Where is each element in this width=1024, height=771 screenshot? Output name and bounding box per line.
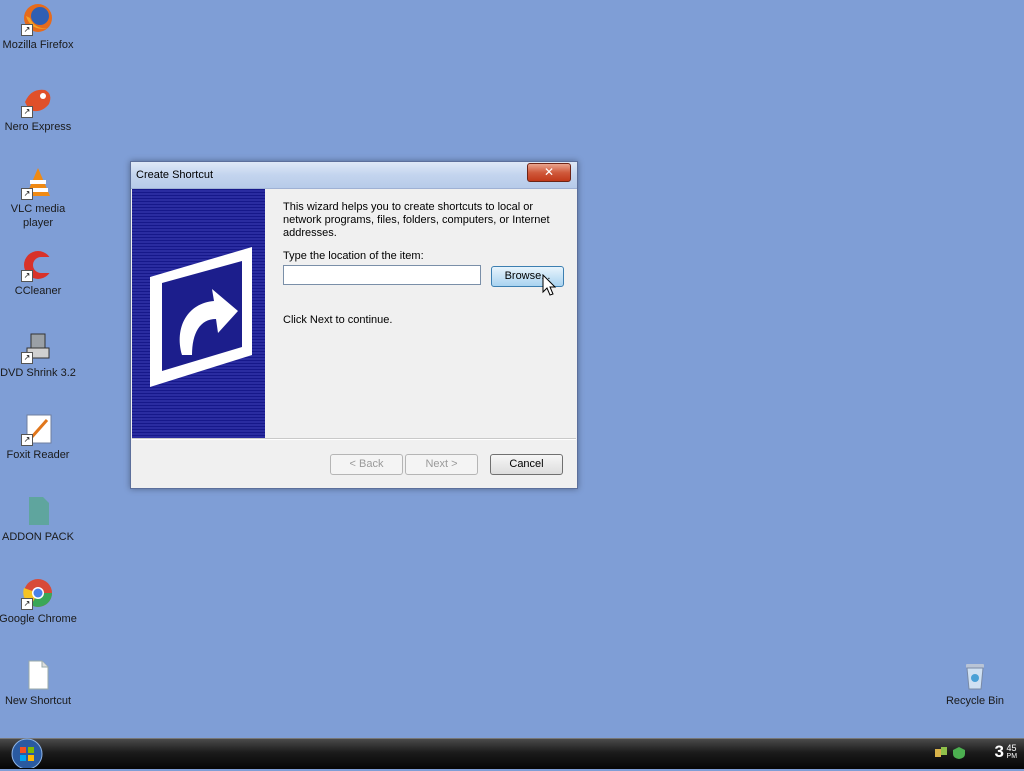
dialog-title: Create Shortcut: [136, 169, 214, 181]
desktop-icon-label: Mozilla Firefox: [2, 39, 74, 51]
addon-pack-icon: [21, 494, 55, 528]
recycle-bin-icon: [958, 658, 992, 692]
shortcut-arrow-icon: [150, 247, 252, 387]
next-button[interactable]: Next >: [405, 454, 478, 475]
clock-minute: 45: [1006, 743, 1017, 753]
desktop-icon-firefox[interactable]: ↗ Mozilla Firefox: [0, 2, 78, 52]
close-button[interactable]: ✕: [527, 163, 571, 182]
continue-instruction: Click Next to continue.: [283, 314, 393, 326]
create-shortcut-dialog: Create Shortcut ✕ This wizard helps you …: [130, 161, 578, 489]
desktop-icon-dvd-shrink[interactable]: ↗ DVD Shrink 3.2: [0, 330, 78, 380]
mouse-cursor-icon: [542, 274, 557, 296]
desktop-icon-label: Google Chrome: [0, 613, 77, 625]
desktop-icon-nero-express[interactable]: ↗ Nero Express: [0, 84, 78, 134]
desktop-icon-label: Recycle Bin: [945, 695, 1005, 707]
desktop-icon-recycle-bin[interactable]: Recycle Bin: [935, 658, 1015, 708]
foxit-icon: ↗: [21, 412, 55, 446]
desktop-icon-foxit[interactable]: ↗ Foxit Reader: [0, 412, 78, 462]
location-input[interactable]: [283, 265, 481, 285]
firefox-icon: ↗: [21, 2, 55, 36]
cancel-button[interactable]: Cancel: [490, 454, 563, 475]
security-icon[interactable]: [952, 746, 966, 760]
nero-icon: ↗: [21, 84, 55, 118]
chrome-icon: ↗: [21, 576, 55, 610]
dialog-body: This wizard helps you to create shortcut…: [132, 189, 576, 439]
footer-divider: [132, 438, 576, 440]
wizard-banner: [132, 189, 265, 439]
desktop-icon-chrome[interactable]: ↗ Google Chrome: [0, 576, 78, 626]
desktop-icon-ccleaner[interactable]: ↗ CCleaner: [0, 248, 78, 298]
system-tray: 3 45 PM: [914, 739, 1024, 769]
taskbar: 3 45 PM: [0, 738, 1024, 769]
start-button[interactable]: [10, 738, 44, 770]
desktop-icon-label: ADDON PACK: [2, 531, 74, 543]
desktop-icon-addon-pack[interactable]: ADDON PACK: [0, 494, 78, 544]
desktop-icon-label: CCleaner: [14, 285, 62, 297]
location-label: Type the location of the item:: [283, 250, 424, 262]
clock[interactable]: 3 45 PM: [994, 742, 1018, 762]
desktop-icon-label: Foxit Reader: [6, 449, 70, 461]
desktop-icon-new-shortcut[interactable]: New Shortcut: [0, 658, 78, 708]
clock-ampm: PM: [1006, 753, 1018, 760]
wizard-intro-text: This wizard helps you to create shortcut…: [283, 201, 550, 239]
windows-logo-icon: [11, 738, 43, 770]
desktop-icon-label: Nero Express: [4, 121, 72, 133]
clock-hour: 3: [994, 742, 1004, 761]
file-icon: [21, 658, 55, 692]
close-icon: ✕: [543, 165, 555, 179]
ccleaner-icon: ↗: [21, 248, 55, 282]
desktop-icon-label: DVD Shrink 3.2: [0, 367, 76, 379]
desktop-icon-vlc[interactable]: ↗ VLC media player: [0, 166, 78, 230]
vlc-icon: ↗: [21, 166, 55, 200]
network-icon[interactable]: [934, 746, 948, 760]
title-bar[interactable]: Create Shortcut ✕: [131, 162, 577, 189]
desktop-icon-label: VLC media player: [10, 203, 66, 229]
back-button[interactable]: < Back: [330, 454, 403, 475]
dvd-shrink-icon: ↗: [21, 330, 55, 364]
desktop-icon-label: New Shortcut: [4, 695, 72, 707]
